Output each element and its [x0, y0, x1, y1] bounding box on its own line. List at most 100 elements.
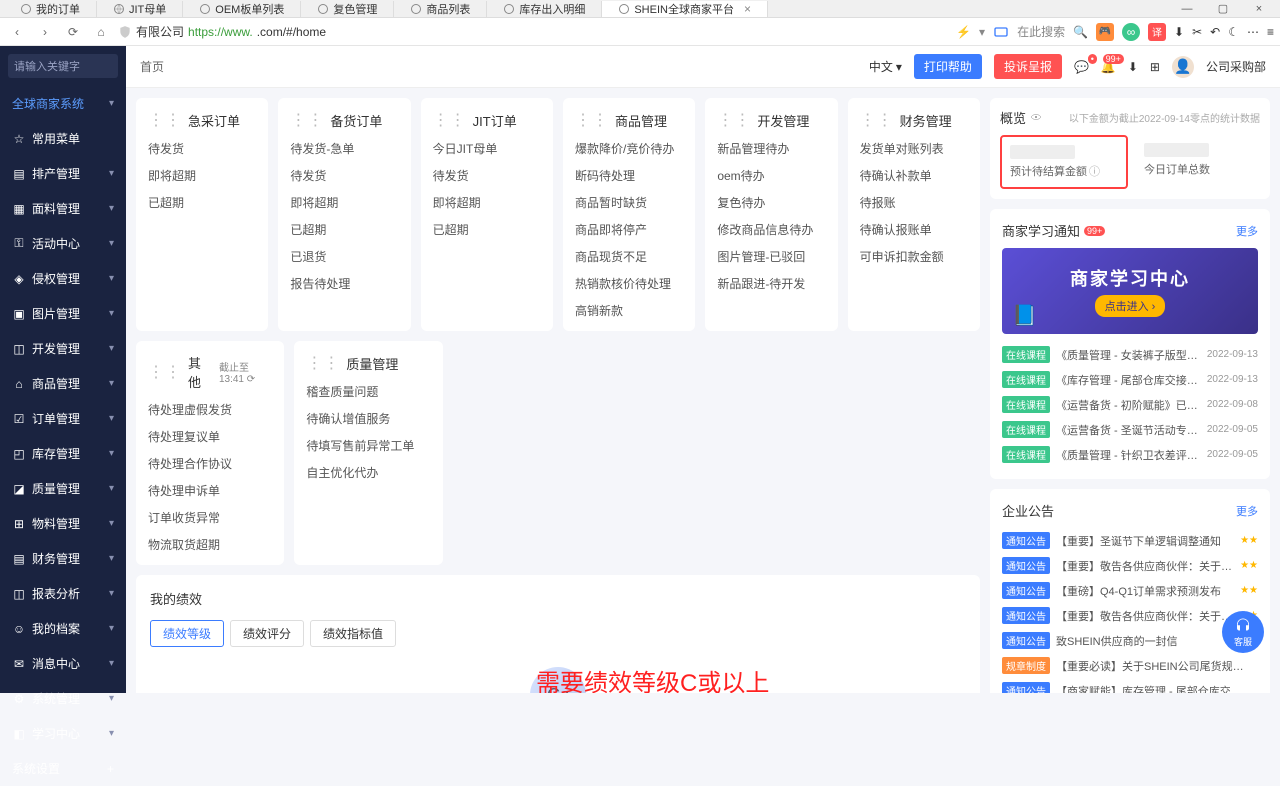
- search-placeholder[interactable]: 在此搜索: [1017, 23, 1065, 40]
- tab-jit[interactable]: JIT母单: [97, 1, 183, 17]
- refresh-button[interactable]: ⟳: [62, 21, 84, 43]
- notice-row[interactable]: 在线课程《质量管理 - 针织卫衣差评总结》已发布，请…2022-09-05: [1002, 442, 1258, 467]
- sidebar-item-stock[interactable]: ◰库存管理▾: [0, 436, 126, 471]
- moon-icon[interactable]: ☾: [1228, 25, 1239, 39]
- notice-row[interactable]: 在线课程《运营备货 - 初阶赋能》已发布，请按时参与！2022-09-08: [1002, 392, 1258, 417]
- card-link[interactable]: 待报账: [860, 194, 968, 211]
- sidebar-item-goods[interactable]: ⌂商品管理▾: [0, 366, 126, 401]
- notice-row[interactable]: 在线课程《质量管理 - 女装裤子版型定义规范培训》已…2022-09-13: [1002, 342, 1258, 367]
- card-link[interactable]: 待处理虚假发货: [148, 401, 272, 418]
- card-link[interactable]: 即将超期: [148, 167, 256, 184]
- card-link[interactable]: 待确认增值服务: [306, 410, 430, 427]
- chevron-down-icon[interactable]: ▾: [979, 25, 985, 39]
- card-link[interactable]: 待填写售前异常工单: [306, 437, 430, 454]
- card-link[interactable]: 新品跟进-待开发: [717, 275, 825, 292]
- sidebar-item-settings[interactable]: 系统设置+: [0, 751, 126, 786]
- overview-settlement[interactable]: 预计待结算金额 ⓘ: [1000, 135, 1128, 189]
- card-link[interactable]: 复色待办: [717, 194, 825, 211]
- perf-tab-grade[interactable]: 绩效等级: [150, 620, 224, 647]
- sidebar-item-order[interactable]: ☑订单管理▾: [0, 401, 126, 436]
- sidebar-item-dev[interactable]: ◫开发管理▾: [0, 331, 126, 366]
- card-link[interactable]: 商品即将停产: [575, 221, 683, 238]
- sidebar-item-activity[interactable]: ⚿活动中心▾: [0, 226, 126, 261]
- url-field[interactable]: 有限公司 https://www. .com/#/home: [118, 23, 950, 40]
- card-link[interactable]: 待确认补款单: [860, 167, 968, 184]
- notice-row[interactable]: 通知公告【重要】敬告各供应商伙伴：关于供应商"躺赢"违…★★: [1002, 553, 1258, 578]
- study-banner[interactable]: 📘 商家学习中心 点击进入 ›: [1002, 248, 1258, 334]
- perf-tab-score[interactable]: 绩效评分: [230, 620, 304, 647]
- sidebar-item-finance[interactable]: ▤财务管理▾: [0, 541, 126, 576]
- tab-my-orders[interactable]: 我的订单: [4, 1, 97, 17]
- card-link[interactable]: 待确认报账单: [860, 221, 968, 238]
- card-icon[interactable]: [993, 24, 1009, 40]
- notice-row[interactable]: 规章制度【重要必读】关于SHEIN公司尾货规范处理的通知: [1002, 653, 1258, 678]
- banner-button[interactable]: 点击进入 ›: [1095, 295, 1166, 317]
- sidebar-item-image[interactable]: ▣图片管理▾: [0, 296, 126, 331]
- tab-goods[interactable]: 商品列表: [394, 1, 487, 17]
- avatar[interactable]: 👤: [1172, 56, 1194, 78]
- card-link[interactable]: 热销款核价待处理: [575, 275, 683, 292]
- card-link[interactable]: 物流取货超期: [148, 536, 272, 553]
- eye-icon[interactable]: [1030, 111, 1042, 123]
- menu-icon[interactable]: ≡: [1267, 25, 1274, 39]
- card-link[interactable]: 即将超期: [433, 194, 541, 211]
- card-link[interactable]: 已退货: [290, 248, 398, 265]
- tab-stock[interactable]: 库存出入明细: [487, 1, 602, 17]
- maximize-button[interactable]: ▢: [1206, 0, 1240, 18]
- sidebar-item-report[interactable]: ◫报表分析▾: [0, 576, 126, 611]
- card-link[interactable]: oem待办: [717, 167, 825, 184]
- undo-icon[interactable]: ↶: [1210, 25, 1220, 39]
- home-button[interactable]: ⌂: [90, 21, 112, 43]
- close-icon[interactable]: ×: [744, 2, 751, 16]
- language-selector[interactable]: 中文▾: [869, 58, 902, 75]
- notice-row[interactable]: 通知公告【商家赋能】库存管理 - 尾部仓库交接流程培训（线…: [1002, 678, 1258, 693]
- notice-row[interactable]: 在线课程《库存管理 - 尾部仓库交接流程培训》已发…2022-09-13: [1002, 367, 1258, 392]
- card-link[interactable]: 断码待处理: [575, 167, 683, 184]
- sidebar-item-learn[interactable]: ◧学习中心▾: [0, 716, 126, 751]
- card-link[interactable]: 待处理申诉单: [148, 482, 272, 499]
- card-link[interactable]: 修改商品信息待办: [717, 221, 825, 238]
- card-link[interactable]: 订单收货异常: [148, 509, 272, 526]
- card-link[interactable]: 即将超期: [290, 194, 398, 211]
- sidebar-item-global[interactable]: 全球商家系统▾: [0, 86, 126, 121]
- download-icon[interactable]: ⬇: [1128, 60, 1138, 74]
- chat-icon[interactable]: 💬•: [1074, 60, 1089, 74]
- card-link[interactable]: 图片管理-已驳回: [717, 248, 825, 265]
- more-link[interactable]: 更多: [1236, 223, 1258, 239]
- sidebar-search[interactable]: 请输入关键字: [8, 54, 118, 78]
- search-icon[interactable]: 🔍: [1073, 25, 1088, 39]
- card-link[interactable]: 待发货: [433, 167, 541, 184]
- tab-fuse[interactable]: 复色管理: [301, 1, 394, 17]
- card-link[interactable]: 待发货-急单: [290, 140, 398, 157]
- perf-tab-index[interactable]: 绩效指标值: [310, 620, 396, 647]
- tab-oem[interactable]: OEM板单列表: [183, 1, 301, 17]
- sidebar-item-fabric[interactable]: ▦面料管理▾: [0, 191, 126, 226]
- card-link[interactable]: 已超期: [433, 221, 541, 238]
- notice-row[interactable]: 通知公告【重要】圣诞节下单逻辑调整通知★★: [1002, 528, 1258, 553]
- scissors-icon[interactable]: ✂: [1192, 25, 1202, 39]
- close-button[interactable]: ×: [1242, 0, 1276, 18]
- info-icon[interactable]: ⓘ: [1089, 163, 1100, 179]
- app-icon[interactable]: ∞: [1122, 23, 1140, 41]
- game-icon[interactable]: 🎮: [1096, 23, 1114, 41]
- sidebar-item-common[interactable]: ☆常用菜单: [0, 121, 126, 156]
- card-link[interactable]: 爆款降价/竞价待办: [575, 140, 683, 157]
- lightning-icon[interactable]: ⚡: [956, 25, 971, 39]
- sidebar-item-system[interactable]: ⚙系统管理▾: [0, 681, 126, 716]
- sidebar-item-schedule[interactable]: ▤排产管理▾: [0, 156, 126, 191]
- card-link[interactable]: 待发货: [148, 140, 256, 157]
- card-link[interactable]: 待发货: [290, 167, 398, 184]
- card-link[interactable]: 高销新款: [575, 302, 683, 319]
- card-link[interactable]: 已超期: [290, 221, 398, 238]
- more-icon[interactable]: ⋯: [1247, 25, 1259, 39]
- notice-row[interactable]: 在线课程《运营备货 - 圣诞节活动专题赋能》已发布，…2022-09-05: [1002, 417, 1258, 442]
- print-help-button[interactable]: 打印帮助: [914, 54, 982, 79]
- sidebar-item-msg[interactable]: ✉消息中心▾: [0, 646, 126, 681]
- bell-icon[interactable]: 🔔99+: [1101, 60, 1116, 74]
- card-link[interactable]: 报告待处理: [290, 275, 398, 292]
- notice-row[interactable]: 通知公告致SHEIN供应商的一封信★★: [1002, 628, 1258, 653]
- translate-icon[interactable]: 译: [1148, 23, 1166, 41]
- overview-orders[interactable]: 今日订单总数: [1136, 135, 1260, 189]
- sidebar-item-profile[interactable]: ☺我的档案▾: [0, 611, 126, 646]
- more-link[interactable]: 更多: [1236, 503, 1258, 519]
